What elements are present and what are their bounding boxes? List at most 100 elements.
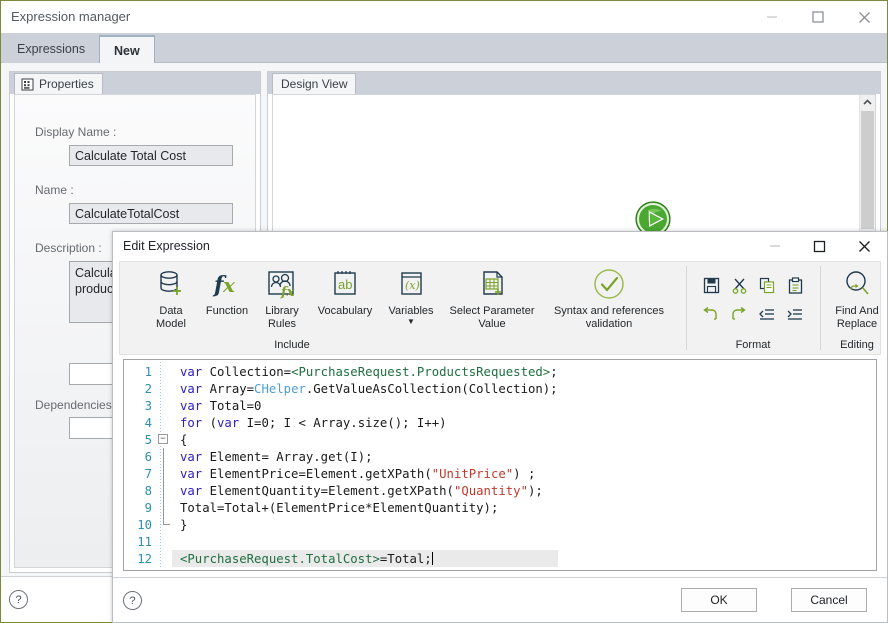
undo-icon[interactable] <box>700 304 722 326</box>
fold-collapse-icon[interactable]: − <box>158 434 168 444</box>
code-text: <PurchaseRequest.TotalCost>=Total; <box>172 550 558 567</box>
close-icon[interactable] <box>842 232 887 260</box>
check-circle-icon <box>592 266 626 302</box>
name-label: Name : <box>35 183 74 197</box>
dialog-ribbon: Data Model f x Function fx Library Rules… <box>119 261 881 355</box>
paste-icon[interactable] <box>784 274 806 296</box>
ribbon-find-and-replace[interactable]: Find And Replace <box>826 266 888 331</box>
code-text: var ElementQuantity=Element.getXPath("Qu… <box>180 483 543 498</box>
outdent-icon[interactable] <box>756 304 778 326</box>
cancel-button[interactable]: Cancel <box>791 588 867 612</box>
ok-button[interactable]: OK <box>681 588 757 612</box>
expression-code-editor[interactable]: 1 var Collection=<PurchaseRequest.Produc… <box>123 359 877 571</box>
text-caret <box>431 551 433 565</box>
redo-icon[interactable] <box>728 304 750 326</box>
dependencies-label: Dependencies : <box>35 398 119 412</box>
properties-grid-icon <box>21 78 34 91</box>
fold-gutter <box>156 465 172 482</box>
ribbon-editing-group-label: Editing <box>840 339 874 351</box>
line-number: 6 <box>144 449 152 464</box>
fold-gutter <box>156 482 172 499</box>
line-number: 5 <box>144 432 152 447</box>
svg-text:ab: ab <box>338 277 352 292</box>
dialog-title: Edit Expression <box>123 239 210 253</box>
maximize-icon[interactable] <box>797 232 842 260</box>
fx-icon: f x <box>211 266 243 302</box>
code-text: } <box>180 517 188 532</box>
code-text: var Element= Array.get(I); <box>180 449 373 464</box>
find-replace-icon <box>841 266 873 302</box>
code-text: var Total=0 <box>180 398 262 413</box>
fold-gutter <box>156 363 172 380</box>
ribbon-library-rules[interactable]: fx Library Rules <box>254 266 310 331</box>
line-number: 11 <box>137 534 152 549</box>
code-line: 10 } <box>124 516 558 533</box>
tab-properties[interactable]: Properties <box>14 73 103 94</box>
design-view-tabbar: Design View <box>268 72 880 94</box>
main-tabstrip: Expressions New <box>1 33 887 63</box>
chevron-up-icon[interactable] <box>860 95 875 110</box>
minimize-icon[interactable] <box>749 1 795 33</box>
dialog-titlebar: Edit Expression <box>113 232 887 260</box>
indent-icon[interactable] <box>784 304 806 326</box>
code-text <box>172 533 558 550</box>
ribbon-include-group-label: Include <box>274 339 310 351</box>
ribbon-variables[interactable]: (x) Variables ▼ <box>380 266 442 326</box>
ribbon-vocabulary[interactable]: ab Vocabulary <box>310 266 380 318</box>
scrollbar-thumb[interactable] <box>861 111 874 229</box>
tab-new[interactable]: New <box>99 35 155 63</box>
code-line: 12 <PurchaseRequest.TotalCost>=Total; <box>124 550 558 567</box>
dialog-bottom-bar: ? OK Cancel <box>113 577 887 622</box>
copy-icon[interactable] <box>756 274 778 296</box>
ribbon-data-model-label: Data Model <box>156 305 186 330</box>
code-line: 8 var ElementQuantity=Element.getXPath("… <box>124 482 558 499</box>
line-number: 10 <box>137 517 152 532</box>
variables-x-icon: (x) <box>395 266 427 302</box>
svg-text:x: x <box>222 273 236 297</box>
scissors-icon[interactable] <box>728 274 750 296</box>
screenshot-root: Expression manager Expressions New Prope… <box>0 0 888 623</box>
fold-gutter <box>156 448 172 465</box>
line-number: 2 <box>144 381 152 396</box>
chevron-down-icon[interactable]: ▼ <box>407 318 415 326</box>
main-window-controls <box>749 1 887 33</box>
line-number: 1 <box>144 364 152 379</box>
ribbon-select-parameter-value[interactable]: Select Parameter Value <box>440 266 544 331</box>
code-text: Total=Total+(ElementPrice*ElementQuantit… <box>180 500 499 515</box>
code-line: 4 for (var I=0; I < Array.size(); I++) <box>124 414 558 431</box>
close-icon[interactable] <box>841 1 887 33</box>
code-text: { <box>180 432 188 447</box>
minimize-icon[interactable] <box>752 232 797 260</box>
code-line: 9 Total=Total+(ElementPrice*ElementQuant… <box>124 499 558 516</box>
tab-design-view[interactable]: Design View <box>272 73 357 94</box>
edit-expression-dialog: Edit Expression Data Model f x Function … <box>112 231 888 623</box>
help-icon[interactable]: ? <box>9 590 28 609</box>
line-number: 8 <box>144 483 152 498</box>
display-name-input[interactable]: Calculate Total Cost <box>69 145 233 166</box>
save-icon[interactable] <box>700 274 722 296</box>
line-number: 9 <box>144 500 152 515</box>
code-line: 5 − { <box>124 431 558 448</box>
fold-gutter[interactable]: − <box>156 431 172 448</box>
ribbon-syntax-validation[interactable]: Syntax and references validation <box>544 266 674 331</box>
fold-gutter <box>156 397 172 414</box>
fold-gutter <box>156 414 172 431</box>
tab-expressions[interactable]: Expressions <box>3 35 100 63</box>
ribbon-function[interactable]: f x Function <box>200 266 254 318</box>
ribbon-format-group-label: Format <box>735 339 771 351</box>
ribbon-data-model[interactable]: Data Model <box>142 266 200 331</box>
fold-gutter <box>156 516 172 533</box>
properties-tabbar: Properties <box>10 72 260 94</box>
line-number: 12 <box>137 551 152 566</box>
code-text: for (var I=0; I < Array.size(); I++) <box>180 415 447 430</box>
ribbon-find-replace-label: Find And Replace <box>835 305 879 330</box>
code-text: var ElementPrice=Element.getXPath("UnitP… <box>180 466 536 481</box>
dialog-window-controls <box>752 232 887 260</box>
maximize-icon[interactable] <box>795 1 841 33</box>
name-input[interactable]: CalculateTotalCost <box>69 203 233 224</box>
code-line: 7 var ElementPrice=Element.getXPath("Uni… <box>124 465 558 482</box>
help-icon[interactable]: ? <box>123 591 142 610</box>
code-line: 1 var Collection=<PurchaseRequest.Produc… <box>124 363 558 380</box>
code-line: 6 var Element= Array.get(I); <box>124 448 558 465</box>
ribbon-select-parameter-value-label: Select Parameter Value <box>449 305 535 330</box>
